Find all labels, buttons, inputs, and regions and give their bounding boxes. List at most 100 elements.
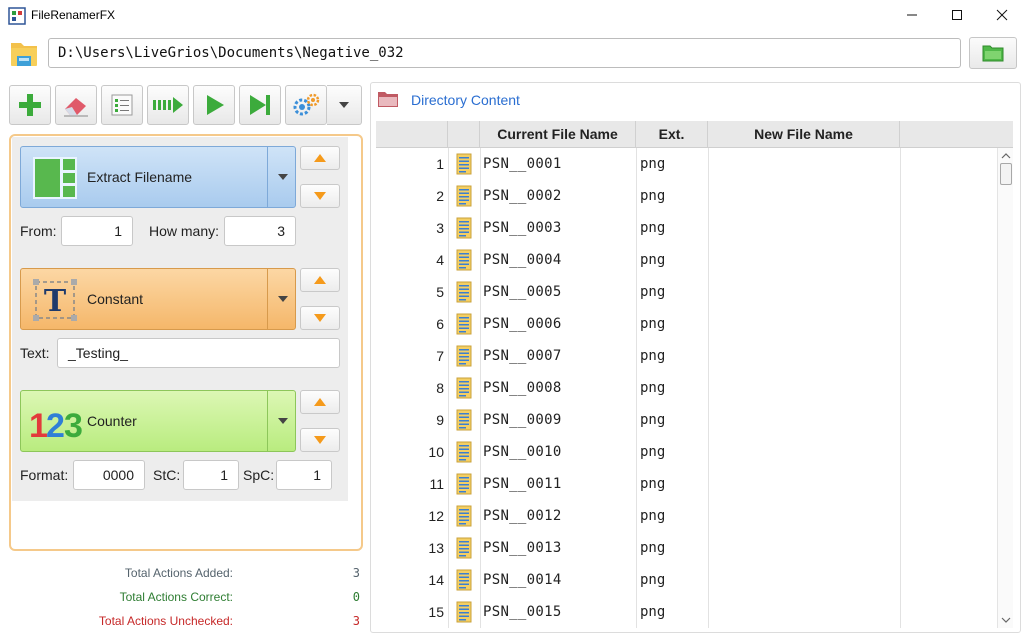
move-down-button[interactable] (300, 306, 340, 330)
close-button[interactable] (979, 0, 1025, 30)
file-extension: png (640, 508, 666, 524)
progress-arrow-icon (153, 97, 183, 113)
minimize-button[interactable] (889, 0, 935, 30)
run-button[interactable] (193, 85, 235, 125)
file-icon (456, 281, 472, 303)
scroll-up-icon (1001, 153, 1011, 159)
clear-actions-button[interactable] (55, 85, 97, 125)
column-header-index[interactable] (376, 121, 448, 148)
minimize-icon (907, 14, 917, 16)
action-counter[interactable]: 1 2 3 Counter (20, 390, 296, 452)
current-file-name: PSN__0009 (483, 412, 562, 428)
file-icon (456, 601, 472, 623)
move-up-button[interactable] (300, 268, 340, 292)
move-up-button[interactable] (300, 390, 340, 414)
path-input[interactable]: D:\Users\LiveGrios\Documents\Negative_03… (48, 38, 961, 68)
play-icon (207, 95, 224, 115)
format-label: Format: (20, 467, 69, 483)
file-extension: png (640, 572, 666, 588)
row-index: 12 (428, 508, 444, 524)
file-icon (456, 153, 472, 175)
current-file-name: PSN__0005 (483, 284, 562, 300)
checklist-button[interactable] (101, 85, 143, 125)
add-action-button[interactable] (9, 85, 51, 125)
table-row[interactable]: 13 PSN__0013 png (376, 532, 997, 564)
scroll-thumb[interactable] (1000, 163, 1012, 185)
stc-input[interactable]: 1 (183, 460, 239, 490)
constant-text-input[interactable]: _Testing_ (57, 338, 340, 368)
maximize-button[interactable] (934, 0, 980, 30)
table-row[interactable]: 9 PSN__0009 png (376, 404, 997, 436)
action-dropdown[interactable] (268, 391, 297, 451)
stc-label: StC: (153, 467, 181, 483)
numbers-123-icon: 1 2 3 (29, 407, 83, 443)
file-extension: png (640, 604, 666, 620)
current-file-name: PSN__0007 (483, 348, 562, 364)
open-folder-icon (982, 45, 1004, 62)
table-row[interactable]: 12 PSN__0012 png (376, 500, 997, 532)
file-icon (456, 473, 472, 495)
table-row[interactable]: 7 PSN__0007 png (376, 340, 997, 372)
table-row[interactable]: 15 PSN__0015 png (376, 596, 997, 628)
table-row[interactable]: 2 PSN__0002 png (376, 180, 997, 212)
step-rename-button[interactable] (147, 85, 189, 125)
from-input[interactable]: 1 (61, 216, 133, 246)
action-constant[interactable]: T Constant (20, 268, 296, 330)
svg-text:2: 2 (46, 407, 65, 443)
table-row[interactable]: 6 PSN__0006 png (376, 308, 997, 340)
plus-icon (19, 94, 41, 116)
browse-folder-button[interactable] (969, 37, 1017, 69)
table-row[interactable]: 5 PSN__0005 png (376, 276, 997, 308)
table-row[interactable]: 1 PSN__0001 png (376, 148, 997, 180)
action-dropdown[interactable] (268, 147, 297, 207)
file-extension: png (640, 412, 666, 428)
table-row[interactable]: 4 PSN__0004 png (376, 244, 997, 276)
current-file-name: PSN__0003 (483, 220, 562, 236)
table-header: Current File Name Ext. New File Name (376, 121, 1013, 148)
file-extension: png (640, 540, 666, 556)
table-row[interactable]: 11 PSN__0011 png (376, 468, 997, 500)
file-extension: png (640, 348, 666, 364)
text-t-icon: T (33, 279, 77, 321)
current-file-name: PSN__0010 (483, 444, 562, 460)
current-file-name: PSN__0006 (483, 316, 562, 332)
total-correct-value: 0 (352, 590, 360, 604)
file-icon (456, 537, 472, 559)
run-to-end-button[interactable] (239, 85, 281, 125)
table-row[interactable]: 8 PSN__0008 png (376, 372, 997, 404)
table-row[interactable]: 10 PSN__0010 png (376, 436, 997, 468)
column-header-current-name[interactable]: Current File Name (480, 121, 636, 148)
table-row[interactable]: 14 PSN__0014 png (376, 564, 997, 596)
arrow-down-icon (314, 192, 326, 200)
action-extract-filename[interactable]: Extract Filename (20, 146, 296, 208)
column-header-new-name[interactable]: New File Name (708, 121, 900, 148)
row-index: 14 (428, 572, 444, 588)
settings-button[interactable] (285, 85, 327, 125)
move-down-button[interactable] (300, 428, 340, 452)
settings-dropdown-button[interactable] (327, 85, 362, 125)
file-extension: png (640, 156, 666, 172)
row-index: 13 (428, 540, 444, 556)
how-many-input[interactable]: 3 (224, 216, 296, 246)
arrow-up-icon (314, 398, 326, 406)
column-header-ext[interactable]: Ext. (636, 121, 708, 148)
column-header-icon[interactable] (448, 121, 480, 148)
app-logo-icon (8, 7, 26, 25)
move-up-button[interactable] (300, 146, 340, 170)
file-icon (456, 441, 472, 463)
file-icon (456, 409, 472, 431)
table-row[interactable]: 3 PSN__0003 png (376, 212, 997, 244)
file-icon (456, 345, 472, 367)
total-correct-label: Total Actions Correct: (119, 590, 233, 604)
move-down-button[interactable] (300, 184, 340, 208)
checklist-icon (111, 94, 133, 116)
file-table: 1 PSN__0001 png 2 PSN__0002 png 3 PSN__0003 png 4… (376, 148, 997, 628)
current-file-name: PSN__0008 (483, 380, 562, 396)
current-file-name: PSN__0015 (483, 604, 562, 620)
current-file-name: PSN__0001 (483, 156, 562, 172)
action-dropdown[interactable] (268, 269, 297, 329)
spc-input[interactable]: 1 (276, 460, 332, 490)
format-input[interactable]: 0000 (73, 460, 145, 490)
vertical-scrollbar[interactable] (997, 148, 1013, 628)
chevron-down-icon (277, 174, 288, 180)
